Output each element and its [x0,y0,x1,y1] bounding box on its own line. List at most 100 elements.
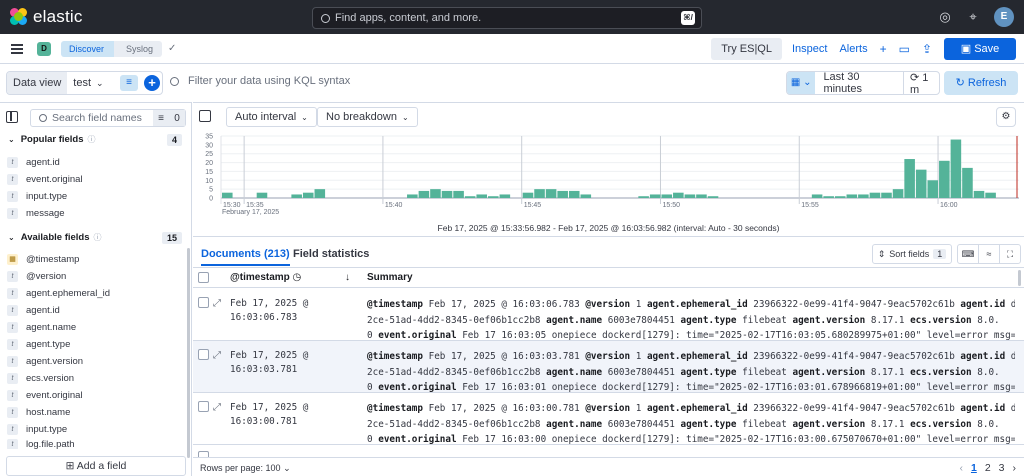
field-item[interactable]: t @version [7,269,66,283]
newsfeed-icon[interactable]: ⌖ [966,10,980,24]
global-search-input[interactable]: Find apps, content, and more. ⌘/ [312,7,702,29]
tab-documents[interactable]: Documents (213) [201,248,290,266]
filter-options-button[interactable]: ≡ [120,75,138,91]
histogram-bar[interactable] [985,192,996,198]
expand-icon[interactable]: ⤢ [213,402,221,413]
interval-select[interactable]: Auto interval ⌄ [226,107,317,127]
help-icon[interactable]: ◎ [938,10,952,24]
histogram-bar[interactable] [939,160,950,198]
chevron-down-icon[interactable]: ✓ [168,43,176,54]
tab-field-statistics[interactable]: Field statistics [293,248,369,260]
sort-fields-button[interactable]: ⇕ Sort fields 1 [872,244,952,264]
histogram-bar[interactable] [580,194,592,198]
histogram-bar[interactable] [314,189,326,198]
column-header-timestamp[interactable]: @timestamp ◷ [230,272,301,283]
keyboard-icon[interactable]: ⌨ [958,245,979,263]
histogram-bar[interactable] [476,194,487,198]
field-item[interactable]: t event.original [7,172,83,186]
histogram-bar[interactable] [950,139,962,198]
field-item[interactable]: t agent.version [7,354,83,368]
histogram-bar[interactable] [430,189,441,198]
histogram-bar[interactable] [522,192,534,198]
histogram-bar[interactable] [302,192,314,198]
histogram-bar[interactable] [222,192,233,198]
histogram-bar[interactable] [649,194,661,198]
fullscreen-icon[interactable]: ⛶ [1000,245,1020,263]
histogram-bar[interactable] [834,196,846,198]
field-item[interactable]: t event.original [7,388,83,402]
share-icon[interactable]: ⇪ [922,42,932,56]
histogram-bar[interactable] [811,194,823,198]
histogram-bar[interactable] [707,196,719,198]
table-row[interactable]: ⤢ Feb 17, 2025 @ 16:03:06.783 @timestamp … [193,289,1024,341]
open-folder-icon[interactable]: ▭ [899,42,910,56]
chevron-left-icon[interactable]: ‹ [959,462,963,474]
histogram-bar[interactable] [545,189,557,198]
new-search-icon[interactable]: + [880,42,887,56]
table-row[interactable]: ⤢ Feb 17, 2025 @ 16:03:00.781 @timestamp … [193,393,1024,445]
sidebar-scrollbar[interactable] [187,248,190,458]
available-fields-header[interactable]: ⌄ Available fields ⓘ 15 [8,231,182,244]
elastic-logo[interactable]: elastic [10,7,83,27]
histogram-bar[interactable] [661,194,673,198]
calendar-icon[interactable]: ▦ ⌄ [787,72,816,94]
histogram-bar[interactable] [696,194,707,198]
row-checkbox[interactable] [198,349,209,360]
info-icon[interactable]: ⓘ [94,232,102,243]
histogram-bar[interactable] [904,159,915,198]
chevron-right-icon[interactable]: › [1013,462,1017,474]
expand-icon[interactable]: ⤢ [213,298,221,309]
field-item[interactable]: t ecs.version [7,371,74,385]
save-button[interactable]: ▣ Save [944,38,1016,60]
histogram-bar[interactable] [291,194,302,198]
row-checkbox[interactable] [198,297,209,308]
histogram-bar[interactable] [568,190,580,198]
kql-search-input[interactable]: Filter your data using KQL syntax [170,75,350,87]
field-item[interactable]: t input.type [7,189,67,203]
breakdown-select[interactable]: No breakdown ⌄ [317,107,418,127]
table-row[interactable]: ⤢ Feb 17, 2025 @ 16:03:03.781 @timestamp … [193,341,1024,393]
histogram-bar[interactable] [418,190,430,198]
grid-scrollbar[interactable] [1018,270,1021,286]
collapse-sidebar-icon[interactable] [6,111,18,123]
alerts-button[interactable]: Alerts [839,43,867,55]
data-view-picker[interactable]: Data view test ⌄ ≡ + [6,71,163,95]
field-item[interactable]: t input.type [7,422,67,436]
histogram-bar[interactable] [534,189,545,198]
histogram-bar[interactable] [407,194,418,198]
field-item[interactable]: t agent.id [7,155,60,169]
density-icon[interactable]: ≈ [979,245,1000,263]
histogram-bar[interactable] [684,194,696,198]
popular-fields-header[interactable]: ⌄ Popular fields ⓘ 4 [8,133,182,146]
chart-options-icon[interactable]: ⚙ [996,107,1016,127]
histogram-bar[interactable] [915,169,927,198]
time-range-text[interactable]: Last 30 minutes [823,71,897,95]
histogram-bar[interactable] [858,194,869,198]
histogram-bar[interactable] [441,190,453,198]
info-icon[interactable]: ⓘ [88,134,96,145]
field-item[interactable]: t log.file.path [7,439,75,449]
refresh-button[interactable]: ↻ Refresh [944,71,1018,95]
histogram-bar[interactable] [464,196,476,198]
page-3[interactable]: 3 [999,462,1005,474]
field-filter-button[interactable]: ≡ 0 [153,110,185,126]
histogram-bar[interactable] [638,196,649,198]
histogram-bar[interactable] [973,190,985,198]
inspect-button[interactable]: Inspect [792,43,827,55]
select-all-checkbox[interactable] [198,272,209,283]
histogram-bar[interactable] [673,192,684,198]
breadcrumb-discover[interactable]: Discover [61,40,115,57]
histogram-bar[interactable] [453,190,464,198]
histogram-bar[interactable] [488,196,499,198]
hamburger-menu-icon[interactable] [11,43,23,54]
field-item[interactable]: t agent.ephemeral_id [7,286,110,300]
row-checkbox[interactable] [198,401,209,412]
add-filter-button[interactable]: + [144,75,160,91]
try-esql-button[interactable]: Try ES|QL [711,38,782,60]
page-1[interactable]: 1 [971,462,977,474]
auto-refresh-toggle[interactable]: ⟳ 1 m [910,71,939,96]
rows-per-page-select[interactable]: Rows per page: 100 ⌄ [200,463,291,474]
histogram-bar[interactable] [869,192,881,198]
time-picker[interactable]: ▦ ⌄ Last 30 minutes ⟳ 1 m [786,71,940,96]
expand-icon[interactable]: ⤢ [213,350,221,361]
